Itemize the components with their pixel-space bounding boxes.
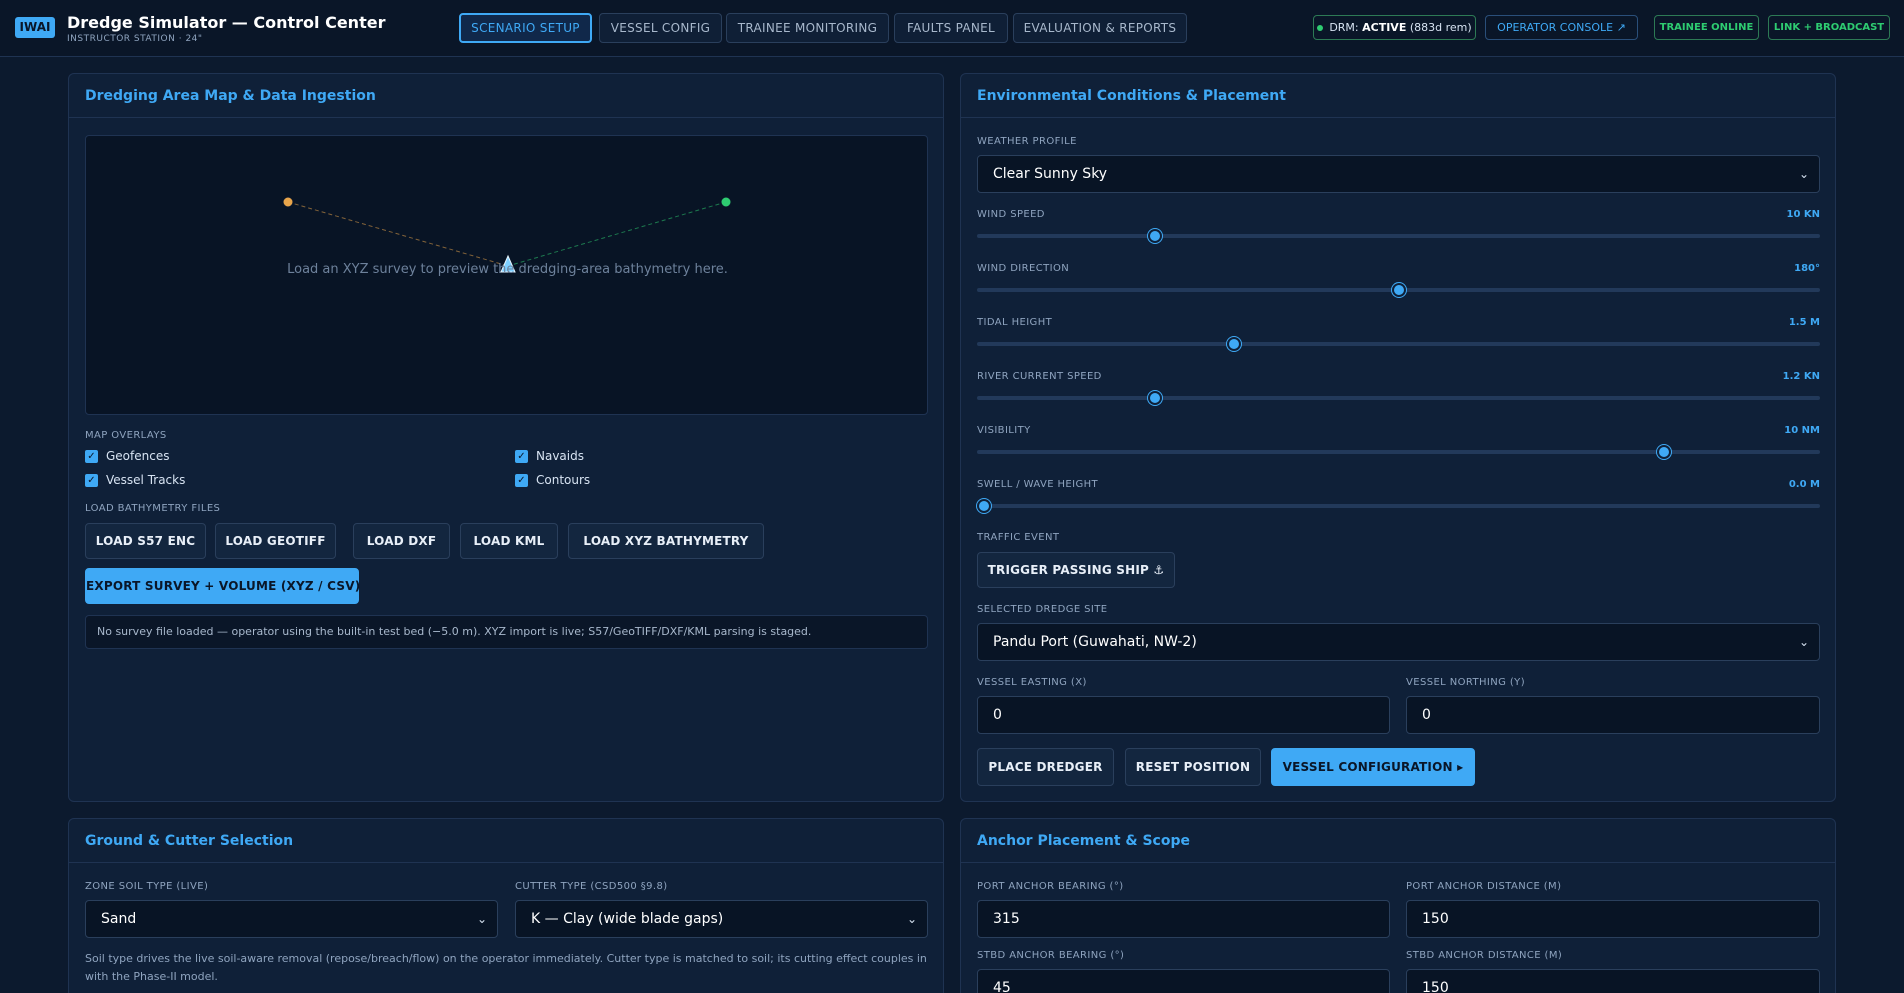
geofences-label: Geofences [106,449,170,463]
dredge-site-label: SELECTED DREDGE SITE [977,604,1108,615]
vessel-northing-label: VESSEL NORTHING (Y) [1406,677,1525,688]
cutter-type-select[interactable]: K — Clay (wide blade gaps) ⌄ [515,900,928,938]
slider-label: TIDAL HEIGHT [977,317,1053,328]
weather-profile-select[interactable]: Clear Sunny Sky ⌄ [977,155,1820,193]
slider-track[interactable] [977,234,1820,238]
drm-status-badge: DRM: ACTIVE (883d rem) [1313,15,1476,40]
ground-cutter-panel: Ground & Cutter Selection ZONE SOIL TYPE… [68,818,944,993]
slider-value: 1.5 M [1788,317,1820,328]
weather-profile-label: WEATHER PROFILE [977,136,1077,147]
chevron-down-icon: ⌄ [476,912,487,926]
slider-label: VISIBILITY [977,425,1031,436]
soil-type-label: ZONE SOIL TYPE (LIVE) [85,881,209,892]
vessel-tracks-label: Vessel Tracks [106,473,186,487]
tab-vessel-config[interactable]: VESSEL CONFIG [599,13,722,43]
survey-status-box: No survey file loaded — operator using t… [85,615,928,649]
vessel-easting-label: VESSEL EASTING (X) [977,677,1087,688]
soil-type-select[interactable]: Sand ⌄ [85,900,498,938]
chevron-down-icon: ⌄ [1798,167,1809,181]
anchor-panel-title: Anchor Placement & Scope [977,833,1190,849]
contours-label: Contours [536,473,591,487]
iwai-logo: IWAI [15,17,55,38]
slider-track[interactable] [977,504,1820,508]
anchor-panel: Anchor Placement & Scope PORT ANCHOR BEA… [960,818,1836,993]
stbd-anchor-distance-label: STBD ANCHOR DISTANCE (M) [1406,950,1563,961]
tab-faults-panel[interactable]: FAULTS PANEL [894,13,1008,43]
status-dot-icon [1317,25,1324,31]
traffic-event-label: TRAFFIC EVENT [977,532,1060,543]
load-s57-enc-button[interactable]: LOAD S57 ENC [85,523,206,559]
map-panel-title: Dredging Area Map & Data Ingestion [85,88,376,104]
environment-panel-title: Environmental Conditions & Placement [977,88,1286,104]
place-dredger-button[interactable]: PLACE DREDGER [977,748,1114,786]
slider-label: SWELL / WAVE HEIGHT [977,479,1099,490]
stbd-anchor-bearing-label: STBD ANCHOR BEARING (°) [977,950,1125,961]
slider-value: 1.2 KN [1782,371,1820,382]
reset-position-button[interactable]: RESET POSITION [1125,748,1261,786]
stbd-anchor-line [507,201,727,267]
port-anchor-bearing-input[interactable]: 315 [977,900,1390,938]
slider-value: 10 KN [1786,209,1820,220]
slider-label: RIVER CURRENT SPEED [977,371,1102,382]
operator-console-button[interactable]: OPERATOR CONSOLE ↗ [1485,15,1638,40]
slider-handle[interactable] [1147,229,1162,243]
tab-evaluation-reports[interactable]: EVALUATION & REPORTS [1013,13,1187,43]
port-anchor-marker[interactable] [282,196,294,208]
bathymetry-map[interactable]: Load an XYZ survey to preview the dredgi… [85,135,928,415]
vessel-easting-input[interactable]: 0 [977,696,1390,734]
slider-handle[interactable] [1391,283,1406,297]
vessel-configuration-button[interactable]: VESSEL CONFIGURATION ▸ [1271,748,1475,786]
link-broadcast-badge: LINK + BROADCAST [1768,15,1890,40]
slider-track[interactable] [977,396,1820,400]
cutter-type-label: CUTTER TYPE (CSD500 §9.8) [515,881,668,892]
geofences-checkbox[interactable]: ✓ [85,450,98,463]
app-title: Dredge Simulator — Control Center [67,13,386,32]
environment-panel: Environmental Conditions & Placement WEA… [960,73,1836,802]
soil-cutter-note: Soil type drives the live soil-aware rem… [85,952,927,983]
trainee-online-badge: TRAINEE ONLINE [1654,15,1759,40]
dredge-site-select[interactable]: Pandu Port (Guwahati, NW-2) ⌄ [977,623,1820,661]
port-anchor-bearing-label: PORT ANCHOR BEARING (°) [977,881,1124,892]
export-survey-button[interactable]: EXPORT SURVEY + VOLUME (XYZ / CSV) [85,568,360,604]
slider-handle[interactable] [1656,445,1671,459]
slider-track[interactable] [977,342,1820,346]
contours-checkbox[interactable]: ✓ [515,474,528,487]
slider-value: 10 NM [1784,425,1820,436]
tab-scenario-setup[interactable]: SCENARIO SETUP [459,13,592,43]
tab-trainee-monitoring[interactable]: TRAINEE MONITORING [726,13,889,43]
top-header: IWAI Dredge Simulator — Control Center I… [0,0,1904,57]
slider-handle[interactable] [1147,391,1162,405]
vessel-tracks-checkbox[interactable]: ✓ [85,474,98,487]
slider-track[interactable] [977,450,1820,454]
slider-value: 0.0 M [1788,479,1820,490]
chevron-down-icon: ⌄ [906,912,917,926]
load-bathymetry-label: LOAD BATHYMETRY FILES [85,503,221,514]
map-overlays-label: MAP OVERLAYS [85,430,167,441]
map-hint: Load an XYZ survey to preview the dredgi… [287,262,728,277]
load-kml-button[interactable]: LOAD KML [460,523,558,559]
load-geotiff-button[interactable]: LOAD GEOTIFF [215,523,336,559]
navaids-checkbox[interactable]: ✓ [515,450,528,463]
slider-value: 180° [1794,263,1820,274]
slider-label: WIND DIRECTION [977,263,1070,274]
app-subtitle: INSTRUCTOR STATION · 24" [67,34,203,44]
ground-cutter-panel-title: Ground & Cutter Selection [85,833,294,849]
stbd-anchor-bearing-input[interactable]: 45 [977,969,1390,993]
port-anchor-distance-label: PORT ANCHOR DISTANCE (M) [1406,881,1562,892]
map-panel: Dredging Area Map & Data Ingestion Load … [68,73,944,802]
trigger-passing-ship-button[interactable]: TRIGGER PASSING SHIP ⚓ [977,552,1175,588]
slider-label: WIND SPEED [977,209,1045,220]
stbd-anchor-marker[interactable] [720,196,732,208]
port-anchor-distance-input[interactable]: 150 [1406,900,1820,938]
port-anchor-line [287,201,509,267]
stbd-anchor-distance-input[interactable]: 150 [1406,969,1820,993]
load-dxf-button[interactable]: LOAD DXF [353,523,450,559]
load-xyz-bathymetry-button[interactable]: LOAD XYZ BATHYMETRY [568,523,764,559]
chevron-down-icon: ⌄ [1798,635,1809,649]
slider-handle[interactable] [1227,337,1242,351]
vessel-northing-input[interactable]: 0 [1406,696,1820,734]
slider-handle[interactable] [977,499,991,513]
navaids-label: Navaids [536,449,584,463]
